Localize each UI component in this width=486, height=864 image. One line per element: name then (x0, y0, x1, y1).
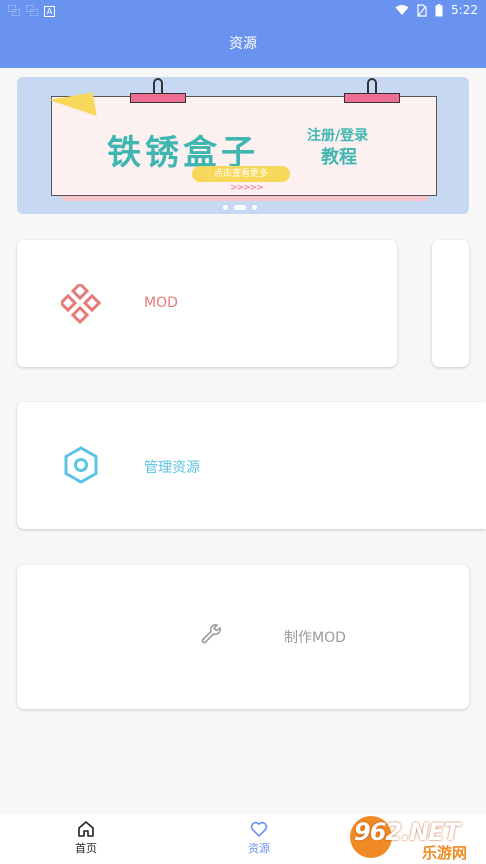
banner-subtitle-1: 注册/登录 (307, 128, 369, 144)
mod-card-label: MOD (144, 295, 178, 311)
manage-resources-card[interactable]: 管理资源 (17, 402, 486, 529)
wrench-icon (201, 624, 221, 644)
banner-arrows: >>>>> (230, 183, 264, 193)
battery-icon (435, 3, 443, 16)
carousel-dot-active[interactable] (234, 205, 246, 210)
diamond-cluster-icon (61, 284, 101, 324)
carousel-dots (223, 205, 257, 210)
home-icon (78, 821, 94, 837)
page-title: 资源 (229, 36, 257, 52)
banner-tape-right (344, 93, 400, 103)
no-sim-icon (417, 3, 427, 17)
heart-icon (250, 821, 268, 837)
banner-tape-left (130, 93, 186, 103)
hexagon-nut-icon (64, 446, 98, 484)
wifi-icon (395, 5, 409, 15)
page-header: 资源 (0, 22, 486, 68)
make-mod-card[interactable]: 制作MOD (17, 565, 469, 709)
status-bar: ⿻ ⿻ A 5:22 (0, 0, 486, 22)
a-box-icon: A (44, 5, 56, 17)
mod-card[interactable]: MOD (17, 240, 397, 367)
carousel-dot[interactable] (252, 205, 257, 210)
app-notification-icon: ⿻ (26, 4, 39, 18)
binder-clip-icon (367, 78, 377, 94)
nav-item-home-label: 首页 (75, 842, 97, 855)
manage-resources-label: 管理资源 (144, 460, 200, 476)
banner-carousel[interactable]: 铁锈盒子 注册/登录 教程 点击查看更多 >>>>> (17, 77, 469, 214)
banner-more-pill[interactable]: 点击查看更多 (192, 166, 290, 182)
make-mod-label: 制作MOD (284, 630, 346, 646)
watermark-text: 乐游网 (422, 844, 468, 862)
status-bar-left: ⿻ ⿻ A (8, 3, 56, 19)
binder-clip-icon (153, 78, 163, 94)
app-notification-icon: ⿻ (8, 4, 21, 18)
nav-item-resources[interactable]: 资源 (229, 820, 289, 856)
status-time: 5:22 (451, 3, 478, 17)
nav-item-resources-label: 资源 (248, 842, 270, 855)
status-bar-right: 5:22 (395, 3, 478, 17)
nav-item-home[interactable]: 首页 (56, 820, 116, 856)
watermark-logo: 962.NET 乐游网 (346, 814, 486, 864)
banner-subtitle-2: 教程 (321, 147, 357, 168)
next-card-peek[interactable] (432, 240, 469, 367)
carousel-dot[interactable] (223, 205, 228, 210)
